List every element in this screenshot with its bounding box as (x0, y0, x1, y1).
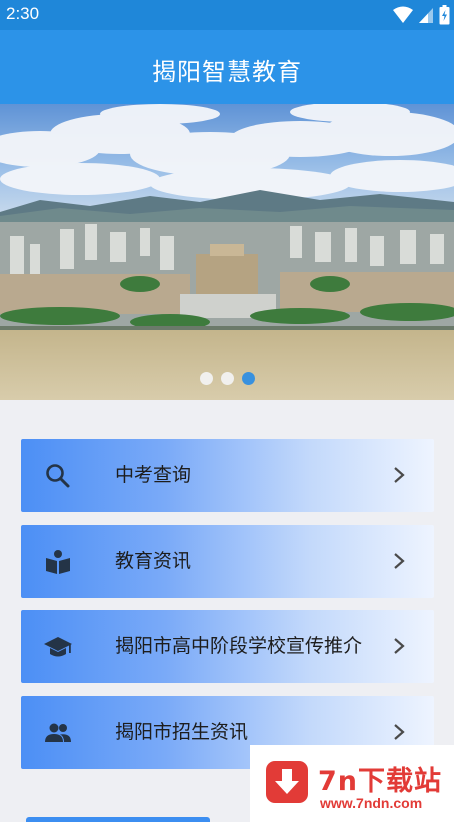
chevron-right-icon (394, 638, 405, 654)
carousel-dot[interactable] (220, 372, 234, 385)
watermark-url: www.7ndn.com (320, 795, 423, 811)
chevron-right-icon (394, 553, 405, 569)
menu-item-exam-query[interactable]: 中考查询 (21, 439, 434, 512)
download-icon (266, 761, 308, 803)
banner-image (0, 104, 454, 400)
battery-icon (439, 5, 450, 25)
partial-menu-item (26, 817, 210, 822)
chevron-right-icon (394, 724, 405, 740)
wifi-icon (393, 6, 413, 23)
open-book-icon (46, 550, 70, 574)
carousel-dot-active[interactable] (241, 372, 255, 385)
menu-item-label: 揭阳市高中阶段学校宣传推介 (115, 635, 363, 657)
app-bar: 揭阳智慧教育 (0, 30, 454, 104)
menu-item-school-promotion[interactable]: 揭阳市高中阶段学校宣传推介 (21, 610, 434, 683)
watermark-brand: 7n下载站 (318, 766, 443, 797)
carousel-indicator (0, 372, 454, 385)
menu-item-education-news[interactable]: 教育资讯 (21, 525, 434, 598)
status-bar: 2:30 (0, 0, 454, 30)
watermark: 7n下载站 www.7ndn.com (250, 745, 454, 822)
people-icon (45, 723, 71, 742)
page-title: 揭阳智慧教育 (152, 58, 302, 86)
banner-carousel[interactable] (0, 104, 454, 400)
chevron-right-icon (394, 467, 405, 483)
carousel-dot[interactable] (199, 372, 213, 385)
menu-item-label: 教育资讯 (115, 550, 192, 572)
status-time: 2:30 (6, 4, 40, 23)
graduation-cap-icon (44, 637, 72, 657)
search-icon (46, 464, 70, 488)
signal-icon (419, 8, 433, 23)
menu-item-label: 中考查询 (115, 464, 192, 486)
